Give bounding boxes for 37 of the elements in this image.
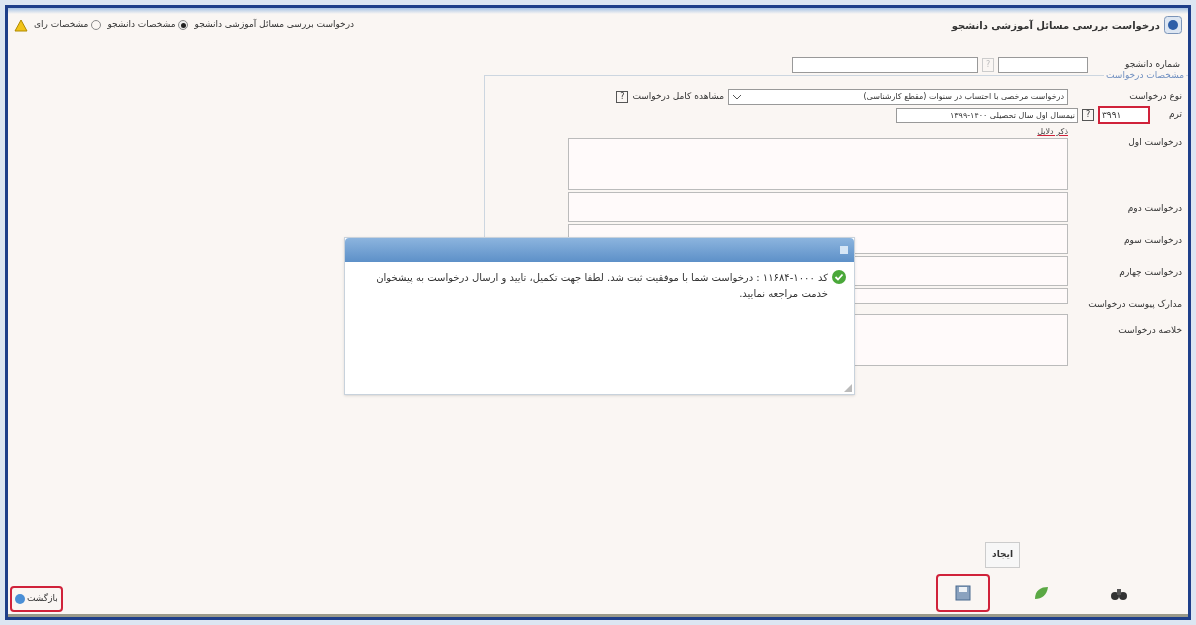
student-number-field[interactable]: [998, 57, 1088, 73]
back-button[interactable]: بازگشت: [10, 586, 63, 612]
term-description-field[interactable]: نیمسال اول سال تحصیلی ۱۴۰۰-۱۳۹۹: [896, 107, 1078, 123]
request-type-dropdown[interactable]: درخواست مرخصی با احتساب در سنوات (مقطع کارشناسی): [728, 89, 1068, 105]
check-icon: [832, 270, 846, 284]
warning-icon: [14, 18, 28, 32]
request-text-area[interactable]: [568, 192, 1068, 222]
toolbar-button[interactable]: [936, 574, 990, 612]
page-label: درخواست بررسی مسائل آموزشی دانشجو: [194, 18, 354, 32]
field-label: ترم: [1167, 108, 1182, 122]
chevron-down-icon: [732, 93, 742, 101]
field-label: درخواست اول: [1127, 136, 1182, 149]
field-label: شماره دانشجو: [1123, 58, 1180, 71]
view-full-link[interactable]: مشاهده کامل درخواست: [632, 90, 724, 104]
field-label: درخواست دوم: [1126, 202, 1182, 215]
field-label: درخواست چهارم: [1118, 266, 1182, 279]
field-label: خلاصه درخواست: [1117, 323, 1182, 337]
request-text-area[interactable]: [568, 138, 1068, 190]
leaf-icon: [1032, 584, 1050, 602]
radio-button[interactable]: [178, 20, 189, 30]
radio-label[interactable]: مشخصات دانشجو: [107, 18, 176, 32]
term-field[interactable]: ۳۹۹۱: [1098, 106, 1150, 124]
field-label: درخواست سوم: [1122, 234, 1182, 247]
reasons-link[interactable]: ذکر دلایل: [1037, 126, 1068, 138]
create-button[interactable]: ایجاد: [985, 542, 1020, 568]
form-title: درخواست بررسی مسائل آموزشی دانشجو: [951, 18, 1160, 33]
dialog-message: کد ۱۰۰۰-۱۱۶۸۴ : درخواست شما با موفقیت ثبت شد. لطفا جهت تکمیل، تایید و ارسال درخواست به پیشخوان خدمت مراجعه نمایید.: [375, 271, 828, 301]
field-label: نوع درخواست: [1128, 90, 1182, 104]
section-legend: مشخصات درخواست: [1104, 69, 1186, 83]
field-label: مدارک پیوست درخواست: [1087, 298, 1182, 311]
help-button[interactable]: ?: [616, 91, 629, 103]
save-icon: [954, 584, 972, 602]
resize-grip-icon: [844, 384, 852, 392]
radio-label[interactable]: مشخصات رای: [34, 18, 89, 32]
student-name-field[interactable]: [792, 57, 978, 73]
help-button[interactable]: ?: [1082, 109, 1094, 121]
form-icon: [1164, 16, 1182, 34]
